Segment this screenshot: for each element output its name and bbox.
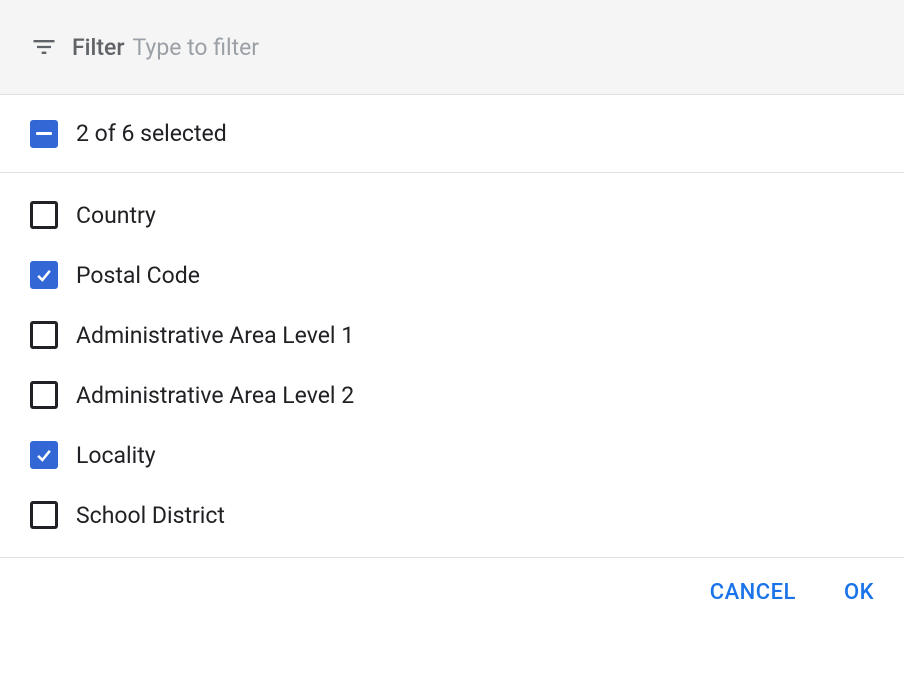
select-all-row[interactable]: 2 of 6 selected <box>0 95 904 173</box>
option-locality[interactable]: Locality <box>0 425 904 485</box>
dialog-actions: CANCEL OK <box>0 558 904 627</box>
checkbox[interactable] <box>30 441 58 469</box>
select-all-checkbox[interactable] <box>30 120 58 148</box>
checkbox-checked-icon <box>30 441 58 469</box>
checkbox[interactable] <box>30 381 58 409</box>
option-label: Administrative Area Level 2 <box>76 382 354 409</box>
checkbox-indeterminate-icon <box>30 120 58 148</box>
checkbox-checked-icon <box>30 261 58 289</box>
option-country[interactable]: Country <box>0 185 904 245</box>
checkbox[interactable] <box>30 501 58 529</box>
filter-input[interactable] <box>133 34 874 61</box>
option-school-district[interactable]: School District <box>0 485 904 545</box>
option-label: Administrative Area Level 1 <box>76 322 354 349</box>
checkbox[interactable] <box>30 321 58 349</box>
ok-button[interactable]: OK <box>844 580 874 605</box>
filter-bar: Filter <box>0 0 904 95</box>
option-admin-area-1[interactable]: Administrative Area Level 1 <box>0 305 904 365</box>
checkbox[interactable] <box>30 261 58 289</box>
option-admin-area-2[interactable]: Administrative Area Level 2 <box>0 365 904 425</box>
option-label: Country <box>76 202 156 229</box>
checkbox-unchecked-icon <box>30 321 58 349</box>
option-label: Locality <box>76 442 156 469</box>
checkbox-unchecked-icon <box>30 501 58 529</box>
cancel-button[interactable]: CANCEL <box>710 580 796 605</box>
option-label: Postal Code <box>76 262 200 289</box>
option-label: School District <box>76 502 225 529</box>
checkbox-unchecked-icon <box>30 381 58 409</box>
options-list: Country Postal Code Administrative Area … <box>0 173 904 558</box>
checkbox-unchecked-icon <box>30 201 58 229</box>
filter-list-icon <box>30 33 58 61</box>
selection-summary-text: 2 of 6 selected <box>76 120 227 147</box>
filter-label: Filter <box>72 34 125 61</box>
checkbox[interactable] <box>30 201 58 229</box>
option-postal-code[interactable]: Postal Code <box>0 245 904 305</box>
